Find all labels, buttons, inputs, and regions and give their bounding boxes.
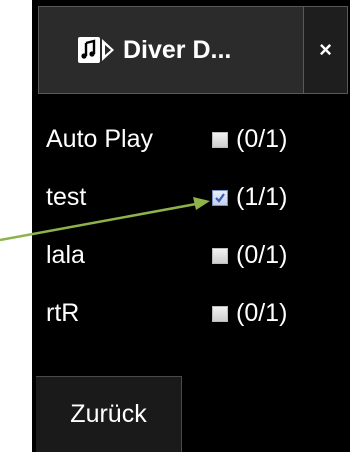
item-label: rtR [46, 298, 80, 327]
dialog-panel: Diver D... × Auto Play (0/1) test (1/1) … [32, 0, 350, 452]
item-label: Auto Play [46, 124, 154, 153]
item-checkbox[interactable] [212, 132, 228, 148]
item-checkbox[interactable] [212, 248, 228, 264]
item-checkbox[interactable] [212, 306, 228, 322]
list-item: rtR (0/1) [32, 284, 350, 342]
music-slideshow-icon [77, 36, 115, 64]
title-button[interactable]: Diver D... [38, 6, 304, 94]
list-item: lala (0/1) [32, 226, 350, 284]
item-count: (0/1) [236, 124, 288, 153]
item-label: test [46, 182, 87, 211]
item-checkbox[interactable] [212, 190, 228, 206]
item-count: (0/1) [236, 298, 288, 327]
title-bar: Diver D... × [32, 0, 350, 100]
item-label: lala [46, 240, 85, 269]
list-item: test (1/1) [32, 168, 350, 226]
back-button-label: Zurück [70, 400, 147, 428]
window-title: Diver D... [123, 35, 232, 64]
checkmark-icon [215, 193, 225, 203]
close-button[interactable]: × [304, 6, 348, 94]
item-count: (1/1) [236, 182, 288, 211]
list-item: Auto Play (0/1) [32, 110, 350, 168]
back-button[interactable]: Zurück [36, 376, 182, 452]
item-count: (0/1) [236, 240, 288, 269]
close-icon: × [319, 37, 332, 62]
